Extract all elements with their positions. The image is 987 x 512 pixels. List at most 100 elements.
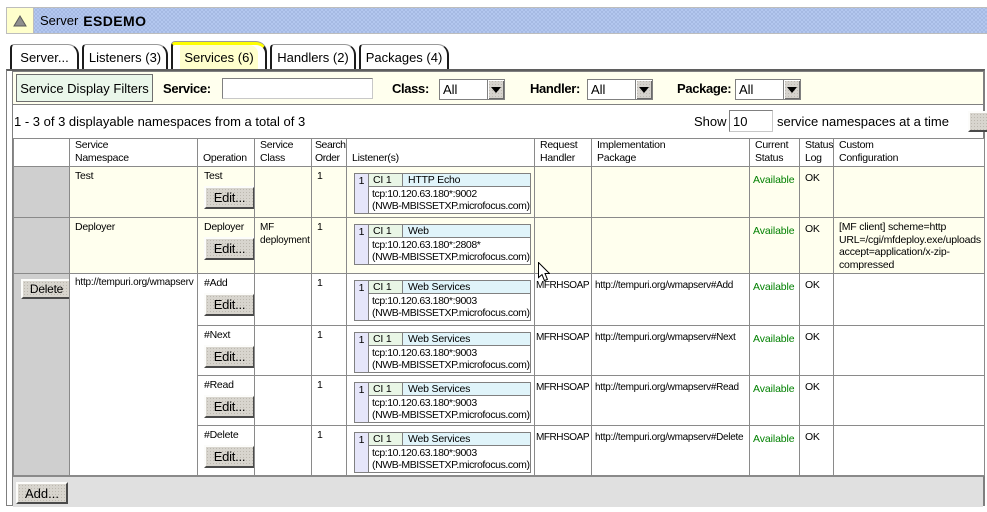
- custom-configuration-cell: [834, 426, 985, 476]
- filter-title: Service Display Filters: [16, 74, 153, 102]
- edit-button[interactable]: Edit...: [204, 345, 255, 368]
- header-label: Service Namespace: [75, 139, 193, 165]
- status-log-text: OK: [805, 379, 820, 393]
- tab-packages[interactable]: Packages (4): [359, 44, 449, 69]
- listener-ci: CI 1: [369, 383, 403, 396]
- header-label: Service Class: [260, 139, 307, 165]
- class-filter-select[interactable]: All: [439, 79, 505, 100]
- request-handler-cell: MFRHSOAP: [535, 376, 592, 426]
- current-status-cell: Available: [750, 274, 800, 326]
- namespace-cell: http://tempuri.org/wmapserv: [70, 274, 198, 476]
- listener-address: tcp:10.120.63.180*:9003 (NWB-MBISSETXP.m…: [369, 396, 530, 422]
- listeners-cell: 1 CI 1 Web Services tcp:10.120.63.180*:9…: [347, 426, 535, 476]
- header-label: Operation: [203, 152, 247, 164]
- collapse-toggle[interactable]: [7, 8, 34, 33]
- triangle-shape: [14, 16, 26, 26]
- search-order-cell: 1: [312, 376, 347, 426]
- tab-server[interactable]: Server...: [10, 44, 79, 69]
- tab-listeners[interactable]: Listeners (3): [82, 44, 168, 69]
- content-inner: Service Display Filters Service: Class: …: [12, 71, 984, 505]
- header-label: Request Handler: [540, 139, 587, 165]
- service-filter-label: Service:: [163, 72, 211, 105]
- listener-box: 1 CI 1 Web tcp:10.120.63.180*:2808* (NWB…: [354, 224, 531, 265]
- listener-name: Web Services: [403, 433, 530, 446]
- triangle-up-icon: [13, 15, 27, 27]
- mouse-cursor: [538, 262, 550, 282]
- listener-name: Web: [403, 225, 530, 238]
- listener-address: tcp:10.120.63.180*:9003 (NWB-MBISSETXP.m…: [369, 294, 530, 320]
- listener-name: Web Services: [403, 333, 530, 346]
- operation-cell: #Next Edit...: [198, 326, 255, 376]
- custom-configuration-cell: [834, 326, 985, 376]
- operation-name: #Next: [204, 329, 250, 341]
- search-order-text: 1: [317, 170, 323, 182]
- header-label: Listener(s): [352, 152, 399, 164]
- namespace-text: Test: [75, 170, 93, 182]
- status-available: Available: [753, 429, 795, 445]
- namespace-text: http://tempuri.org/wmapserv: [75, 277, 194, 288]
- search-order-text: 1: [317, 277, 323, 289]
- show-count-input[interactable]: [729, 110, 773, 132]
- status-log-cell: OK: [800, 426, 834, 476]
- cursor-shape: [539, 263, 550, 281]
- service-class-cell: [255, 274, 312, 326]
- custom-configuration-cell: [MF client] scheme=http URL=/cgi/mfdeplo…: [834, 218, 985, 274]
- content-frame: Service Display Filters Service: Class: …: [6, 69, 985, 506]
- class-filter-value: All: [440, 80, 487, 99]
- package-dropdown-button[interactable]: [783, 80, 800, 99]
- address-text: tcp:10.120.63.180*:2808*: [372, 239, 480, 251]
- listener-ci: CI 1: [369, 333, 403, 346]
- edit-button[interactable]: Edit...: [204, 445, 255, 468]
- page-nav-button[interactable]: [968, 111, 987, 132]
- handler-dropdown-button[interactable]: [635, 80, 652, 99]
- operation-cell: #Add Edit...: [198, 274, 255, 326]
- listener-address: tcp:10.120.63.180*:9003 (NWB-MBISSETXP.m…: [369, 346, 530, 372]
- package-filter-select[interactable]: All: [735, 79, 801, 100]
- operation-cell: #Delete Edit...: [198, 426, 255, 476]
- operation-name: Test: [204, 170, 250, 182]
- custom-configuration-cell: [834, 274, 985, 326]
- service-filter-input[interactable]: [222, 78, 373, 99]
- listener-box: 1 CI 1 Web Services tcp:10.120.63.180*:9…: [354, 382, 531, 423]
- edit-button[interactable]: Edit...: [204, 395, 255, 418]
- handler-filter-select[interactable]: All: [587, 79, 653, 100]
- chevron-down-icon: [639, 87, 649, 93]
- table-header-row: Service Namespace Operation Service Clas…: [14, 139, 985, 167]
- listener-box: 1 CI 1 Web Services tcp:10.120.63.180*:9…: [354, 332, 531, 373]
- delete-button[interactable]: Delete: [21, 279, 70, 299]
- edit-button[interactable]: Edit...: [204, 293, 255, 316]
- implementation-package-text: http://tempuri.org/wmapserv#Delete: [595, 429, 743, 443]
- implementation-package-cell: http://tempuri.org/wmapserv#Delete: [592, 426, 750, 476]
- class-dropdown-button[interactable]: [487, 80, 504, 99]
- listeners-cell: 1 CI 1 Web tcp:10.120.63.180*:2808* (NWB…: [347, 218, 535, 274]
- status-available: Available: [753, 277, 795, 293]
- tab-handlers[interactable]: Handlers (2): [270, 44, 356, 69]
- row-actions-cell: Delete: [14, 274, 70, 476]
- namespace-cell: Deployer: [70, 218, 198, 274]
- tab-services[interactable]: Services (6): [171, 42, 267, 69]
- add-button[interactable]: Add...: [16, 482, 68, 504]
- edit-button[interactable]: Edit...: [204, 237, 255, 260]
- implementation-package-cell: [592, 167, 750, 218]
- address-text: tcp:10.120.63.180*:9003: [372, 347, 477, 359]
- count-bar: 1 - 3 of 3 displayable namespaces from a…: [13, 105, 983, 138]
- listener-address: tcp:10.120.63.180*:2808* (NWB-MBISSETXP.…: [369, 238, 530, 264]
- host-text: (NWB-MBISSETXP.microfocus.com): [372, 359, 530, 371]
- search-order-cell: 1: [312, 274, 347, 326]
- status-log-text: OK: [805, 221, 820, 235]
- header-service-class: Service Class: [255, 139, 312, 167]
- tab-label: Packages (4): [366, 50, 443, 65]
- class-filter-label: Class:: [392, 72, 429, 105]
- tab-strip: Server... Listeners (3) Services (6) Han…: [10, 42, 449, 69]
- listener-index: 1: [355, 333, 369, 372]
- header-custom-configuration: Custom Configuration: [834, 139, 985, 167]
- edit-button[interactable]: Edit...: [204, 186, 255, 209]
- current-status-cell: Available: [750, 218, 800, 274]
- status-log-cell: OK: [800, 274, 834, 326]
- services-table: Service Namespace Operation Service Clas…: [13, 138, 985, 476]
- header-label: Implementation Package: [597, 139, 745, 165]
- header-request-handler: Request Handler: [535, 139, 592, 167]
- server-title-bar: Server ESDEMO: [6, 7, 987, 34]
- operation-name: #Add: [204, 277, 250, 289]
- operation-cell: #Read Edit...: [198, 376, 255, 426]
